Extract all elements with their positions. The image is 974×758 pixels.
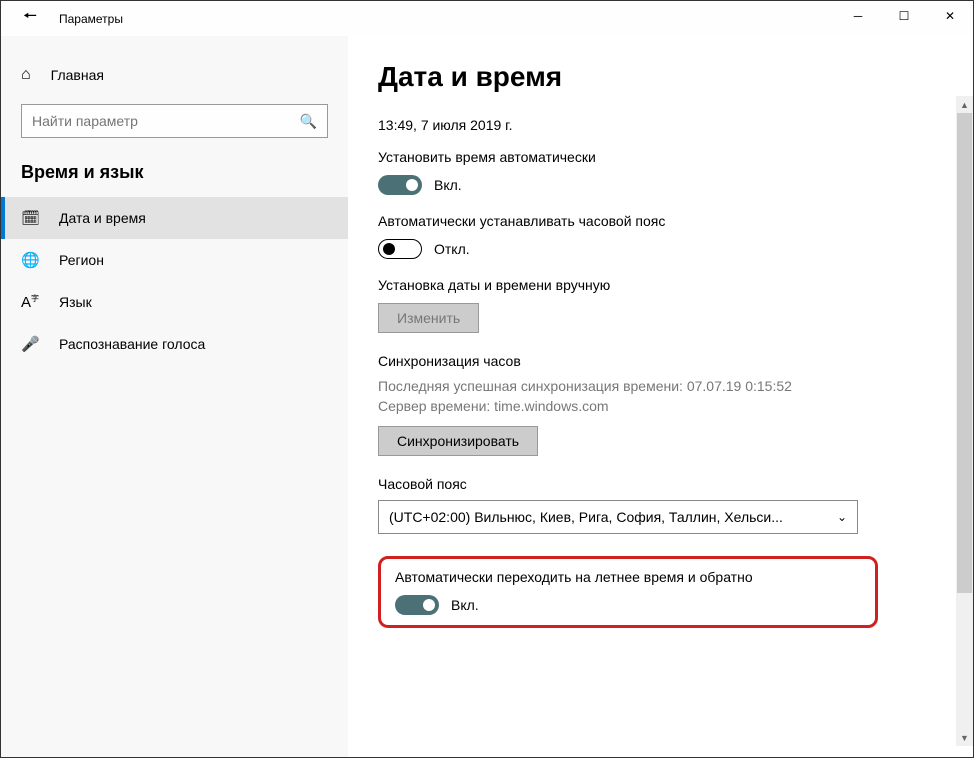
timezone-value: (UTC+02:00) Вильнюс, Киев, Рига, София, … (389, 509, 783, 525)
chevron-down-icon: ⌄ (837, 510, 847, 524)
page-title: Дата и время (378, 61, 943, 93)
sidebar-item-speech[interactable]: 🎤 Распознавание голоса (1, 323, 348, 365)
sidebar-item-datetime[interactable]: 🗓 Дата и время (1, 197, 348, 239)
search-input[interactable] (22, 113, 290, 129)
sync-last: Последняя успешная синхронизация времени… (378, 377, 943, 397)
sync-title: Синхронизация часов (378, 353, 943, 369)
microphone-icon: 🎤 (21, 335, 39, 353)
sync-info: Последняя успешная синхронизация времени… (378, 377, 943, 416)
calendar-icon: 🗓 (21, 209, 39, 227)
auto-time-state: Вкл. (434, 177, 462, 193)
scroll-down-icon[interactable]: ▼ (956, 729, 973, 746)
window-title: Параметры (59, 12, 123, 26)
dst-highlight: Автоматически переходить на летнее время… (378, 556, 878, 628)
sidebar-item-label: Язык (59, 294, 92, 310)
sidebar-item-label: Регион (59, 252, 104, 268)
maximize-button[interactable]: ☐ (881, 1, 927, 31)
sync-server: Сервер времени: time.windows.com (378, 397, 943, 417)
back-button[interactable]: 🠔 (1, 5, 49, 32)
scroll-up-icon[interactable]: ▲ (956, 96, 973, 113)
sync-button[interactable]: Синхронизировать (378, 426, 538, 456)
dst-state: Вкл. (451, 597, 479, 613)
titlebar: 🠔 Параметры ─ ☐ ✕ (1, 1, 973, 36)
current-datetime: 13:49, 7 июля 2019 г. (378, 117, 943, 133)
auto-tz-label: Автоматически устанавливать часовой пояс (378, 213, 943, 229)
change-button[interactable]: Изменить (378, 303, 479, 333)
minimize-button[interactable]: ─ (835, 1, 881, 31)
auto-time-toggle[interactable] (378, 175, 422, 195)
language-icon: A字 (21, 293, 39, 311)
manual-label: Установка даты и времени вручную (378, 277, 943, 293)
scroll-thumb[interactable] (957, 113, 972, 593)
home-icon: ⌂ (21, 66, 31, 84)
search-box[interactable]: 🔍 (21, 104, 328, 138)
sidebar-item-region[interactable]: 🌐 Регион (1, 239, 348, 281)
auto-tz-toggle[interactable] (378, 239, 422, 259)
dst-toggle[interactable] (395, 595, 439, 615)
auto-time-label: Установить время автоматически (378, 149, 943, 165)
close-button[interactable]: ✕ (927, 1, 973, 31)
sidebar: ⌂ Главная 🔍 Время и язык 🗓 Дата и время … (1, 36, 348, 757)
sidebar-item-label: Дата и время (59, 210, 146, 226)
auto-tz-state: Откл. (434, 241, 470, 257)
tz-title: Часовой пояс (378, 476, 943, 492)
dst-label: Автоматически переходить на летнее время… (395, 569, 861, 585)
content: Дата и время 13:49, 7 июля 2019 г. Устан… (348, 36, 973, 757)
section-title: Время и язык (1, 148, 348, 197)
globe-icon: 🌐 (21, 251, 39, 269)
sidebar-item-language[interactable]: A字 Язык (1, 281, 348, 323)
home-label: Главная (51, 67, 104, 83)
search-icon: 🔍 (290, 113, 327, 130)
home-link[interactable]: ⌂ Главная (1, 56, 348, 94)
scrollbar[interactable]: ▲ ▼ (956, 96, 973, 746)
sidebar-item-label: Распознавание голоса (59, 336, 205, 352)
timezone-dropdown[interactable]: (UTC+02:00) Вильнюс, Киев, Рига, София, … (378, 500, 858, 534)
